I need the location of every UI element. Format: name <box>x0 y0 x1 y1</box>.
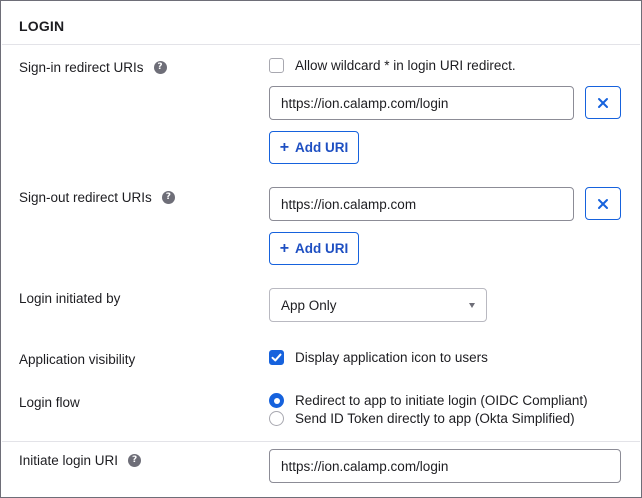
remove-sign-in-uri-button[interactable] <box>585 86 621 119</box>
login-flow-label: Login flow <box>19 395 80 410</box>
login-flow-option-simplified[interactable]: Send ID Token directly to app (Okta Simp… <box>269 411 575 426</box>
add-sign-out-uri-label: Add URI <box>295 241 349 256</box>
add-sign-in-uri-button[interactable]: + Add URI <box>269 131 359 164</box>
add-sign-in-uri-label: Add URI <box>295 140 349 155</box>
initiate-login-uri-label: Initiate login URI ? <box>19 453 142 468</box>
divider <box>2 441 640 442</box>
close-icon <box>598 198 608 209</box>
sign-out-uri-input[interactable]: https://ion.calamp.com <box>269 187 574 221</box>
close-icon <box>598 97 608 108</box>
sign-in-uri-value: https://ion.calamp.com/login <box>281 95 449 111</box>
login-initiated-select[interactable]: App Only <box>269 288 487 322</box>
help-icon[interactable]: ? <box>153 61 167 74</box>
app-visibility-label: Application visibility <box>19 352 136 367</box>
add-sign-out-uri-button[interactable]: + Add URI <box>269 232 359 265</box>
sign-in-redirect-label: Sign-in redirect URIs ? <box>19 60 167 75</box>
checkmark-icon <box>271 353 282 362</box>
chevron-down-icon <box>469 302 475 308</box>
wildcard-checkbox[interactable] <box>269 58 284 73</box>
wildcard-label: Allow wildcard * in login URI redirect. <box>295 58 516 73</box>
sign-in-redirect-label-text: Sign-in redirect URIs <box>19 60 144 75</box>
initiate-login-uri-label-text: Initiate login URI <box>19 453 119 468</box>
sign-in-uri-input[interactable]: https://ion.calamp.com/login <box>269 86 574 120</box>
help-icon[interactable]: ? <box>128 454 142 467</box>
section-title: LOGIN <box>19 18 65 34</box>
radio-button[interactable] <box>269 411 284 426</box>
plus-icon: + <box>279 138 290 156</box>
login-initiated-label: Login initiated by <box>19 291 121 306</box>
login-flow-option-label: Redirect to app to initiate login (OIDC … <box>295 393 588 408</box>
remove-sign-out-uri-button[interactable] <box>585 187 621 220</box>
visibility-option[interactable]: Display application icon to users <box>269 350 488 365</box>
visibility-option-label: Display application icon to users <box>295 350 488 365</box>
sign-out-redirect-label-text: Sign-out redirect URIs <box>19 190 152 205</box>
wildcard-option[interactable]: Allow wildcard * in login URI redirect. <box>269 58 516 73</box>
login-flow-option-label: Send ID Token directly to app (Okta Simp… <box>295 411 575 426</box>
divider <box>2 44 640 45</box>
initiate-login-uri-value: https://ion.calamp.com/login <box>281 458 449 474</box>
sign-out-redirect-label: Sign-out redirect URIs ? <box>19 190 175 205</box>
sign-out-uri-value: https://ion.calamp.com <box>281 196 417 212</box>
initiate-login-uri-input[interactable]: https://ion.calamp.com/login <box>269 449 621 483</box>
help-icon[interactable]: ? <box>161 191 175 204</box>
login-initiated-value: App Only <box>281 297 337 313</box>
plus-icon: + <box>279 239 290 257</box>
login-settings-panel: LOGIN Sign-in redirect URIs ? Allow wild… <box>0 0 642 498</box>
visibility-checkbox[interactable] <box>269 350 284 365</box>
radio-button[interactable] <box>269 393 284 408</box>
login-flow-option-oidc[interactable]: Redirect to app to initiate login (OIDC … <box>269 393 588 408</box>
